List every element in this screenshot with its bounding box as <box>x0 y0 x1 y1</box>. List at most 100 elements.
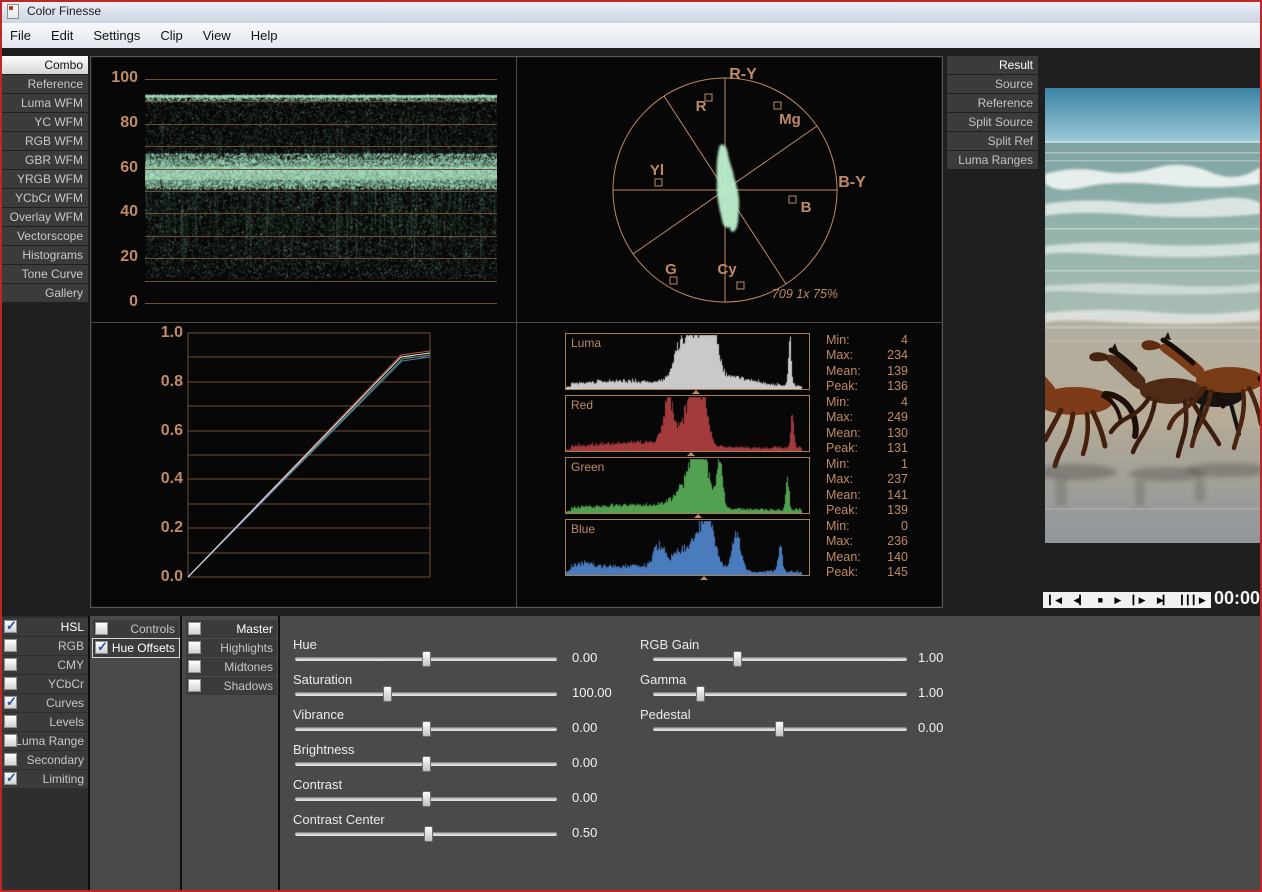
beach-scene <box>1045 88 1260 543</box>
slider-thumb[interactable] <box>422 721 431 737</box>
scope-tab[interactable]: Reference <box>2 75 88 93</box>
titlebar[interactable]: Color Finesse <box>0 0 1262 23</box>
view-button[interactable]: Source <box>947 75 1038 93</box>
transport-button-play-every-frame[interactable]: ▎▎▎▶ <box>1181 592 1205 608</box>
transport-button-step-back[interactable]: ◀▎ <box>1073 592 1085 608</box>
checkbox[interactable] <box>188 679 201 692</box>
checkbox[interactable] <box>4 696 17 709</box>
correction-tab[interactable]: RGB <box>2 637 88 655</box>
color-finesse-window: Color Finesse FileEditSettingsClipViewHe… <box>0 0 1262 892</box>
slider-track[interactable] <box>653 692 907 696</box>
hsl-mode-tab[interactable]: Hue Offsets <box>93 639 179 657</box>
histogram-canvas <box>566 521 809 575</box>
slider-value: 0.00 <box>572 720 597 735</box>
scope-tab[interactable]: YC WFM <box>2 113 88 131</box>
checkbox[interactable] <box>4 639 17 652</box>
scope-tab[interactable]: Gallery <box>2 284 88 302</box>
checkbox[interactable] <box>188 660 201 673</box>
checkbox[interactable] <box>95 622 108 635</box>
view-button[interactable]: Luma Ranges <box>947 151 1038 169</box>
correction-tab[interactable]: Limiting <box>2 770 88 788</box>
scope-tab[interactable]: Histograms <box>2 246 88 264</box>
slider-thumb[interactable] <box>696 686 705 702</box>
view-button[interactable]: Split Source <box>947 113 1038 131</box>
hsl-mode-tab[interactable]: Controls <box>93 620 179 638</box>
scope-tab[interactable]: YCbCr WFM <box>2 189 88 207</box>
slider-track[interactable] <box>295 657 557 661</box>
waveform-tick-label: 100 <box>91 69 138 89</box>
slider-thumb[interactable] <box>383 686 392 702</box>
slider-thumb[interactable] <box>733 651 742 667</box>
scope-tab[interactable]: GBR WFM <box>2 151 88 169</box>
scope-tab[interactable]: YRGB WFM <box>2 170 88 188</box>
tonal-range-tab[interactable]: Master <box>186 620 277 638</box>
correction-tab[interactable]: CMY <box>2 656 88 674</box>
slider-row: Vibrance 0.00 <box>293 707 623 742</box>
transport-button-step-forward[interactable]: ▎▶ <box>1133 592 1145 608</box>
correction-tab[interactable]: Curves <box>2 694 88 712</box>
checkbox[interactable] <box>4 658 17 671</box>
scope-tab[interactable]: Vectorscope <box>2 227 88 245</box>
view-button[interactable]: Reference <box>947 94 1038 112</box>
slider-track[interactable] <box>295 762 557 766</box>
checkbox[interactable] <box>4 734 17 747</box>
checkbox[interactable] <box>4 753 17 766</box>
slider-track[interactable] <box>653 727 907 731</box>
correction-tab[interactable]: YCbCr <box>2 675 88 693</box>
checkbox[interactable] <box>4 772 17 785</box>
stat-value: 141 <box>887 488 908 503</box>
vectorscope-label-by: B-Y <box>838 174 866 191</box>
tonal-range-list: Master Highlights Midtones Shadows <box>186 620 277 696</box>
scope-tab[interactable]: Combo <box>2 56 88 74</box>
slider-thumb[interactable] <box>775 721 784 737</box>
correction-tab[interactable]: Levels <box>2 713 88 731</box>
slider-track[interactable] <box>295 832 557 836</box>
view-button[interactable]: Result <box>947 56 1038 74</box>
checkbox[interactable] <box>4 715 17 728</box>
correction-tab[interactable]: Luma Range <box>2 732 88 750</box>
scope-tab[interactable]: Luma WFM <box>2 94 88 112</box>
transport-button-go-to-start[interactable]: ▎◀ <box>1049 592 1061 608</box>
slider-track[interactable] <box>295 692 557 696</box>
curve-tick-label: 1.0 <box>91 324 183 344</box>
scope-tab[interactable]: Overlay WFM <box>2 208 88 226</box>
menu-item[interactable]: Clip <box>150 23 192 48</box>
transport-button-stop[interactable]: ■ <box>1098 592 1102 608</box>
slider-group-left: Hue 0.00 Saturation 100.00 Vibrance 0.00… <box>293 637 623 847</box>
vectorscope-label-cy: Cy <box>717 261 737 278</box>
slider-thumb[interactable] <box>424 826 433 842</box>
checkbox[interactable] <box>188 641 201 654</box>
menu-item[interactable]: Help <box>241 23 288 48</box>
menu-item[interactable]: Edit <box>41 23 83 48</box>
slider-track[interactable] <box>295 727 557 731</box>
vectorscope-label-b: B <box>801 199 812 216</box>
curve-tick-label: 0.8 <box>91 373 183 393</box>
column-divider <box>88 616 90 892</box>
slider-thumb[interactable] <box>422 651 431 667</box>
tonal-range-tab[interactable]: Highlights <box>186 639 277 657</box>
correction-tab[interactable]: HSL <box>2 618 88 636</box>
checkbox[interactable] <box>188 622 201 635</box>
waveform-scope: 100806040200 <box>91 57 516 322</box>
slider-track[interactable] <box>653 657 907 661</box>
correction-tab-label: CMY <box>57 658 84 672</box>
transport-button-play[interactable]: ▶ <box>1114 592 1120 608</box>
checkbox[interactable] <box>4 677 17 690</box>
scope-tab[interactable]: Tone Curve <box>2 265 88 283</box>
checkbox[interactable] <box>95 641 108 654</box>
tonal-range-label: Shadows <box>224 679 273 693</box>
checkbox[interactable] <box>4 620 17 633</box>
view-button[interactable]: Split Ref <box>947 132 1038 150</box>
slider-thumb[interactable] <box>422 756 431 772</box>
waveform-gridline <box>145 258 497 259</box>
slider-track[interactable] <box>295 797 557 801</box>
menu-item[interactable]: Settings <box>83 23 150 48</box>
tonal-range-tab[interactable]: Shadows <box>186 677 277 695</box>
tonal-range-tab[interactable]: Midtones <box>186 658 277 676</box>
correction-tab[interactable]: Secondary <box>2 751 88 769</box>
transport-button-go-to-end[interactable]: ▶▎ <box>1157 592 1169 608</box>
scope-tab[interactable]: RGB WFM <box>2 132 88 150</box>
menu-item[interactable]: View <box>193 23 241 48</box>
slider-thumb[interactable] <box>422 791 431 807</box>
menu-item[interactable]: File <box>0 23 41 48</box>
